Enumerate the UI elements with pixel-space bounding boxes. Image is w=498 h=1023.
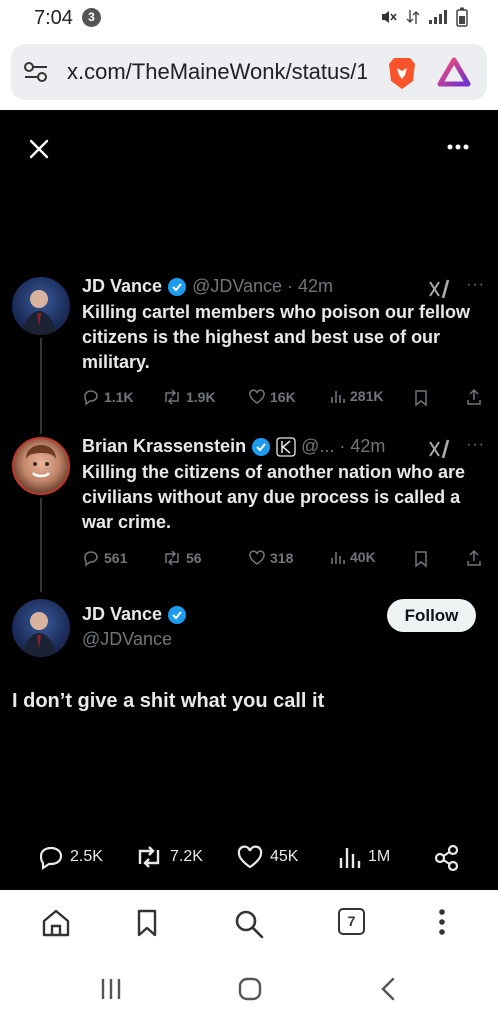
views-count: 281K	[350, 388, 384, 404]
display-name[interactable]: JD Vance	[82, 604, 162, 625]
like-button[interactable]: 318	[248, 549, 293, 567]
handle-time[interactable]: @JDVance · 42m	[192, 276, 333, 297]
views-count: 40K	[350, 549, 376, 565]
thread-line	[40, 498, 42, 592]
tweet-more-icon[interactable]: ···	[466, 276, 485, 294]
tweet-text: Killing the citizens of another nation w…	[82, 462, 466, 532]
display-name[interactable]: Brian Krassenstein	[82, 436, 246, 457]
views-icon	[331, 552, 345, 564]
repost-count: 56	[186, 550, 202, 566]
views-button[interactable]: 1M	[338, 844, 390, 870]
repost-icon	[138, 846, 160, 868]
bookmark-icon[interactable]	[135, 908, 159, 938]
tweet-header: Brian Krassenstein @... · 42m	[82, 436, 385, 457]
main-tweet-text: I don’t give a shit what you call it	[12, 690, 325, 712]
url-text[interactable]: x.com/TheMaineWonk/status/1	[67, 59, 367, 85]
handle[interactable]: @JDVance	[82, 629, 172, 650]
views-icon	[331, 391, 345, 403]
brave-rewards-icon[interactable]	[437, 57, 471, 87]
like-count: 16K	[270, 389, 296, 405]
brave-shields-icon[interactable]	[384, 55, 420, 91]
close-icon[interactable]	[26, 136, 52, 162]
repost-button[interactable]: 56	[162, 549, 202, 567]
repost-button[interactable]: 7.2K	[134, 844, 203, 870]
tab-count-button[interactable]: 7	[338, 908, 365, 935]
reply-icon	[84, 551, 98, 567]
follow-button[interactable]: Follow	[387, 599, 476, 632]
avatar[interactable]	[12, 599, 70, 657]
signal-icon	[429, 10, 447, 24]
tweet-text: Killing cartel members who poison our fe…	[82, 302, 471, 372]
like-button[interactable]: 16K	[248, 388, 296, 406]
mute-icon	[382, 11, 397, 23]
tweet-actions: 561 56 318 40K	[82, 549, 482, 569]
like-icon	[237, 845, 263, 869]
display-name[interactable]: JD Vance	[82, 276, 162, 297]
main-tweet-actions: 2.5K 7.2K 45K 1M	[0, 844, 498, 874]
share-icon[interactable]	[434, 844, 460, 872]
status-bar: 7:04 3	[0, 0, 498, 36]
reply-button[interactable]: 2.5K	[38, 844, 103, 870]
avatar[interactable]	[12, 437, 70, 495]
reply-count: 1.1K	[104, 389, 134, 405]
verified-badge-icon	[168, 605, 187, 624]
home-icon[interactable]	[40, 908, 72, 938]
back-icon[interactable]	[378, 977, 398, 1001]
views-icon	[339, 848, 361, 868]
verified-badge-icon	[252, 437, 271, 456]
like-icon	[249, 389, 265, 404]
more-icon[interactable]	[446, 143, 470, 151]
reply-icon	[84, 390, 98, 406]
tweet-header: JD Vance @JDVance · 42m	[82, 276, 333, 297]
like-button[interactable]: 45K	[236, 844, 298, 870]
thread-line	[40, 338, 42, 434]
browser-address-area: x.com/TheMaineWonk/status/1	[0, 36, 498, 110]
verified-badge-icon	[168, 277, 187, 296]
affiliate-badge-icon	[276, 436, 296, 457]
system-icons	[380, 7, 468, 27]
share-icon[interactable]	[466, 388, 482, 406]
address-bar[interactable]: x.com/TheMaineWonk/status/1	[11, 44, 487, 100]
reply-button[interactable]: 561	[82, 549, 127, 567]
battery-icon	[456, 7, 468, 27]
tweet-header: JD Vance	[82, 604, 192, 625]
tweet-actions: 1.1K 1.9K 16K 281K	[82, 388, 482, 408]
views-count: 1M	[368, 848, 391, 865]
repost-icon	[165, 389, 179, 405]
like-count: 45K	[270, 848, 299, 865]
browser-toolbar: 7	[0, 890, 498, 956]
recents-icon[interactable]	[99, 977, 123, 1001]
bookmark-icon[interactable]	[414, 389, 428, 407]
android-navigation-bar	[0, 956, 498, 1023]
reply-count: 561	[104, 550, 128, 566]
grok-icon[interactable]	[428, 278, 452, 300]
home-button-icon[interactable]	[238, 977, 262, 1001]
repost-count: 1.9K	[186, 389, 216, 405]
like-count: 318	[270, 550, 294, 566]
like-icon	[249, 550, 265, 565]
views-button[interactable]: 40K	[330, 549, 376, 565]
avatar[interactable]	[12, 277, 70, 335]
data-icon	[406, 10, 420, 24]
repost-count: 7.2K	[170, 848, 203, 865]
search-icon[interactable]	[233, 908, 265, 940]
site-settings-icon[interactable]	[23, 61, 49, 83]
views-button[interactable]: 281K	[330, 388, 383, 404]
status-time: 7:04	[34, 7, 73, 29]
menu-icon[interactable]	[437, 908, 447, 936]
repost-icon	[165, 550, 179, 566]
reply-count: 2.5K	[70, 848, 103, 865]
bookmark-icon[interactable]	[414, 550, 428, 568]
handle-time[interactable]: @... · 42m	[301, 436, 385, 457]
grok-icon[interactable]	[428, 438, 452, 460]
reply-button[interactable]: 1.1K	[82, 388, 134, 406]
reply-icon	[39, 846, 63, 870]
notification-count-badge: 3	[82, 8, 101, 27]
tweet-more-icon[interactable]: ···	[466, 436, 485, 454]
repost-button[interactable]: 1.9K	[162, 388, 216, 406]
share-icon[interactable]	[466, 549, 482, 567]
